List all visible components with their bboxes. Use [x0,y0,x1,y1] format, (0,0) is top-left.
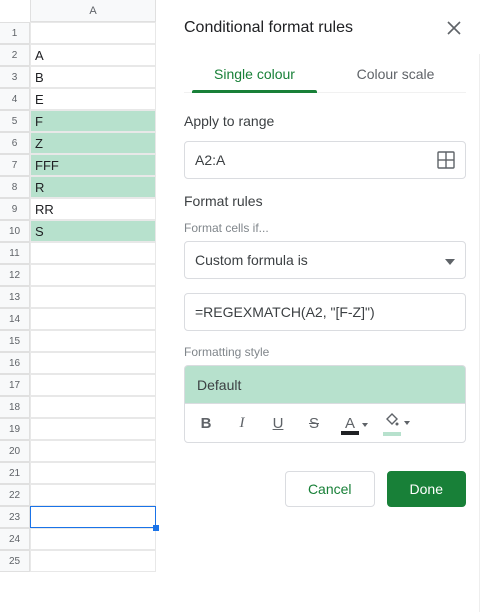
cell[interactable] [30,308,156,330]
cell[interactable] [30,462,156,484]
row-header[interactable]: 15 [0,330,30,352]
cell[interactable] [30,330,156,352]
format-toolbar: B I U S A [184,403,466,443]
row-header[interactable]: 24 [0,528,30,550]
row-header[interactable]: 17 [0,374,30,396]
italic-button[interactable]: I [231,415,253,432]
row-header[interactable]: 5 [0,110,30,132]
panel-title: Conditional format rules [184,19,353,37]
condition-value: Custom formula is [195,252,308,268]
row-header[interactable]: 9 [0,198,30,220]
formula-value: =REGEXMATCH(A2, "[F-Z]") [195,304,375,320]
cell[interactable] [30,352,156,374]
row-header[interactable]: 6 [0,132,30,154]
style-name: Default [197,377,241,393]
row-header[interactable]: 7 [0,154,30,176]
formatting-style-label: Formatting style [184,345,466,359]
select-range-icon[interactable] [437,151,455,169]
row-header[interactable]: 20 [0,440,30,462]
cell[interactable]: R [30,176,156,198]
cell[interactable] [30,242,156,264]
cell[interactable] [30,484,156,506]
row-header[interactable]: 10 [0,220,30,242]
tab-single-colour[interactable]: Single colour [184,56,325,92]
underline-button[interactable]: U [267,415,289,432]
row-header[interactable]: 4 [0,88,30,110]
cell[interactable] [30,374,156,396]
format-cells-if-label: Format cells if... [184,221,466,235]
selection-handle[interactable] [153,525,159,531]
cancel-button[interactable]: Cancel [285,471,375,507]
cell[interactable] [30,440,156,462]
cell[interactable] [30,550,156,572]
row-header[interactable]: 13 [0,286,30,308]
text-color-button[interactable]: A [339,415,361,432]
row-header[interactable]: 18 [0,396,30,418]
cell[interactable] [30,506,156,528]
bold-button[interactable]: B [195,415,217,432]
row-header[interactable]: 21 [0,462,30,484]
row-header[interactable]: 11 [0,242,30,264]
formula-input[interactable]: =REGEXMATCH(A2, "[F-Z]") [184,293,466,331]
cell[interactable]: S [30,220,156,242]
strikethrough-button[interactable]: S [303,415,325,432]
cell[interactable]: RR [30,198,156,220]
row-header[interactable]: 1 [0,22,30,44]
format-rules-label: Format rules [184,193,466,209]
row-header[interactable]: 14 [0,308,30,330]
row-header[interactable]: 2 [0,44,30,66]
condition-dropdown[interactable]: Custom formula is [184,241,466,279]
cell[interactable]: F [30,110,156,132]
cell[interactable]: A [30,44,156,66]
cell[interactable] [30,396,156,418]
style-preview[interactable]: Default [184,365,466,403]
cell[interactable]: Z [30,132,156,154]
column-header-A[interactable]: A [30,0,156,22]
cell[interactable] [30,286,156,308]
range-value: A2:A [195,152,225,168]
cell[interactable] [30,22,156,44]
row-header[interactable]: 16 [0,352,30,374]
spreadsheet-grid: A 12A3B4E5F6Z7FFF8R9RR10S111213141516171… [0,0,170,612]
row-header[interactable]: 23 [0,506,30,528]
cell[interactable]: E [30,88,156,110]
cell[interactable] [30,528,156,550]
close-icon[interactable] [442,16,466,40]
row-header[interactable]: 25 [0,550,30,572]
cell[interactable]: B [30,66,156,88]
range-input[interactable]: A2:A [184,141,466,179]
row-header[interactable]: 3 [0,66,30,88]
cell[interactable] [30,418,156,440]
row-header[interactable]: 19 [0,418,30,440]
cell[interactable]: FFF [30,154,156,176]
tab-colour-scale[interactable]: Colour scale [325,56,466,92]
row-header[interactable]: 22 [0,484,30,506]
adjacent-column-sliver [479,54,501,612]
row-header[interactable]: 8 [0,176,30,198]
conditional-format-panel: Conditional format rules Single colour C… [170,0,480,612]
row-header[interactable]: 12 [0,264,30,286]
format-tabs: Single colour Colour scale [184,56,466,93]
apply-range-label: Apply to range [184,113,466,129]
done-button[interactable]: Done [387,471,466,507]
cell[interactable] [30,264,156,286]
fill-color-button[interactable] [381,413,403,433]
chevron-down-icon [445,252,455,268]
